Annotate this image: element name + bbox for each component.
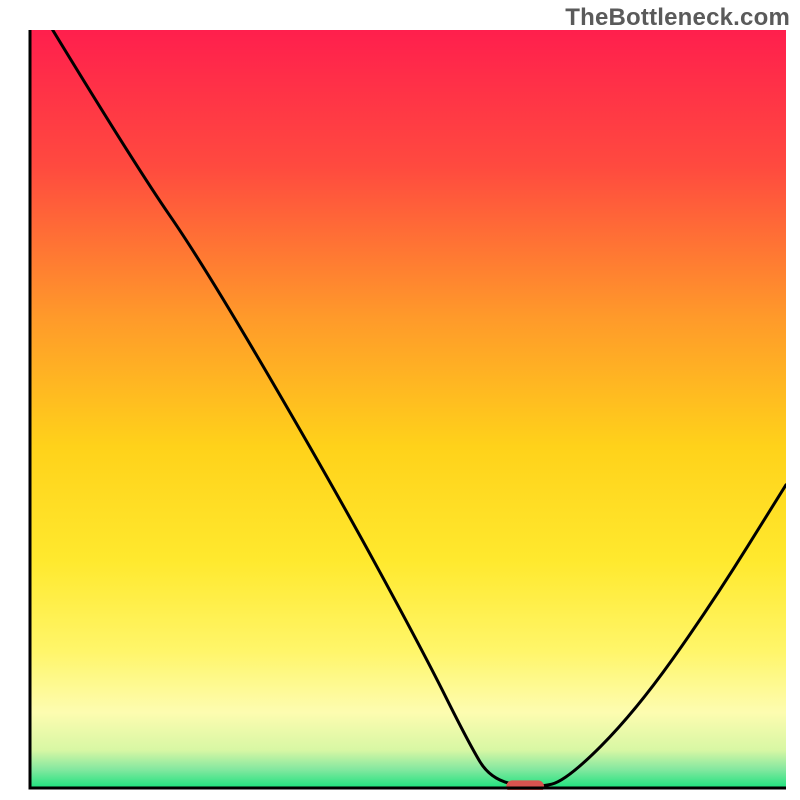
chart-background-gradient	[30, 30, 786, 788]
chart-svg	[28, 30, 786, 790]
chart-root: TheBottleneck.com	[0, 0, 800, 800]
bottleneck-chart	[28, 30, 786, 790]
watermark-text: TheBottleneck.com	[565, 4, 790, 32]
